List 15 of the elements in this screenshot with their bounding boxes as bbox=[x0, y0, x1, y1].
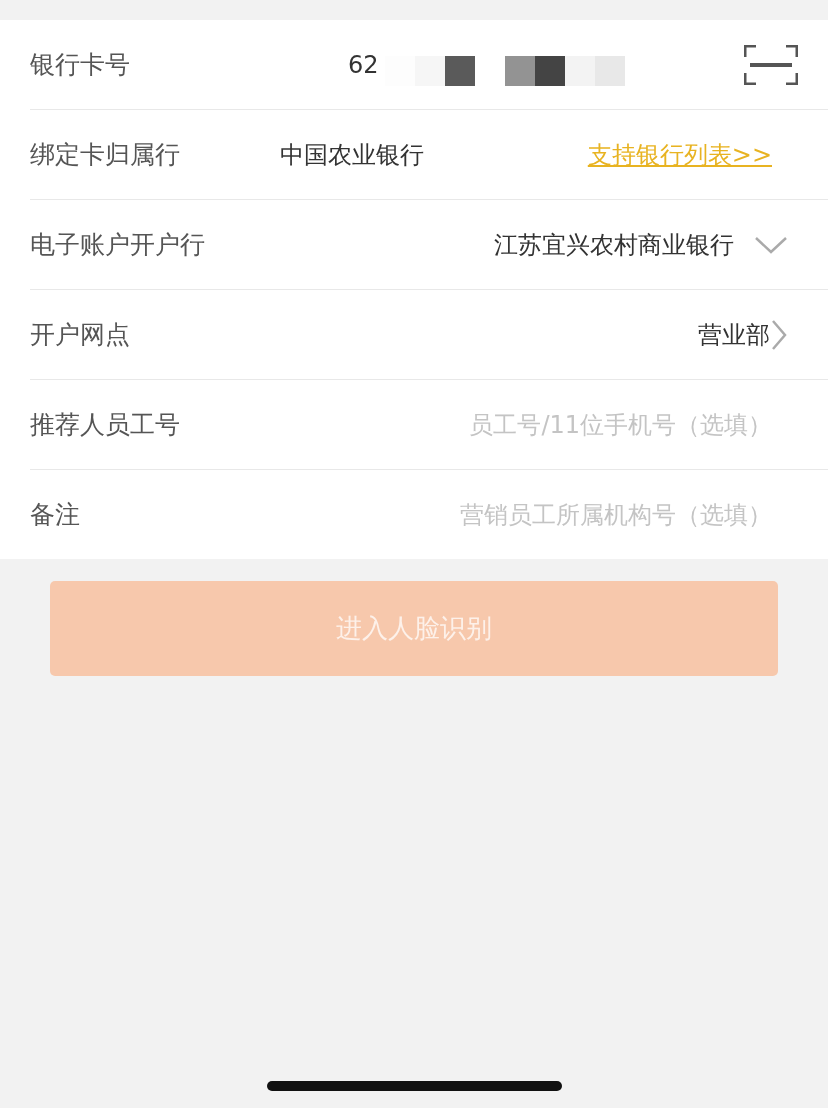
input-field[interactable]: 营销员工所属机构号（选填） bbox=[280, 500, 772, 529]
field-label: 开户网点 bbox=[30, 319, 131, 351]
bank-select[interactable]: 江苏宜兴农村商业银行 bbox=[494, 228, 734, 261]
field-label: 银行卡号 bbox=[30, 49, 131, 81]
scan-icon[interactable] bbox=[744, 44, 798, 85]
input-field[interactable]: 员工号/11位手机号（选填） bbox=[280, 410, 772, 439]
field-label: 绑定卡归属行 bbox=[30, 139, 181, 171]
chevron-down-icon[interactable] bbox=[754, 234, 788, 255]
chevron-right-icon[interactable] bbox=[770, 318, 788, 351]
field-label: 备注 bbox=[30, 499, 81, 531]
field-label: 推荐人员工号 bbox=[30, 409, 181, 441]
bank-name: 中国农业银行 bbox=[280, 139, 424, 171]
card-number: 62 bbox=[348, 50, 379, 79]
branch-value[interactable]: 营业部 bbox=[698, 318, 770, 351]
field-label: 电子账户开户行 bbox=[30, 229, 206, 261]
